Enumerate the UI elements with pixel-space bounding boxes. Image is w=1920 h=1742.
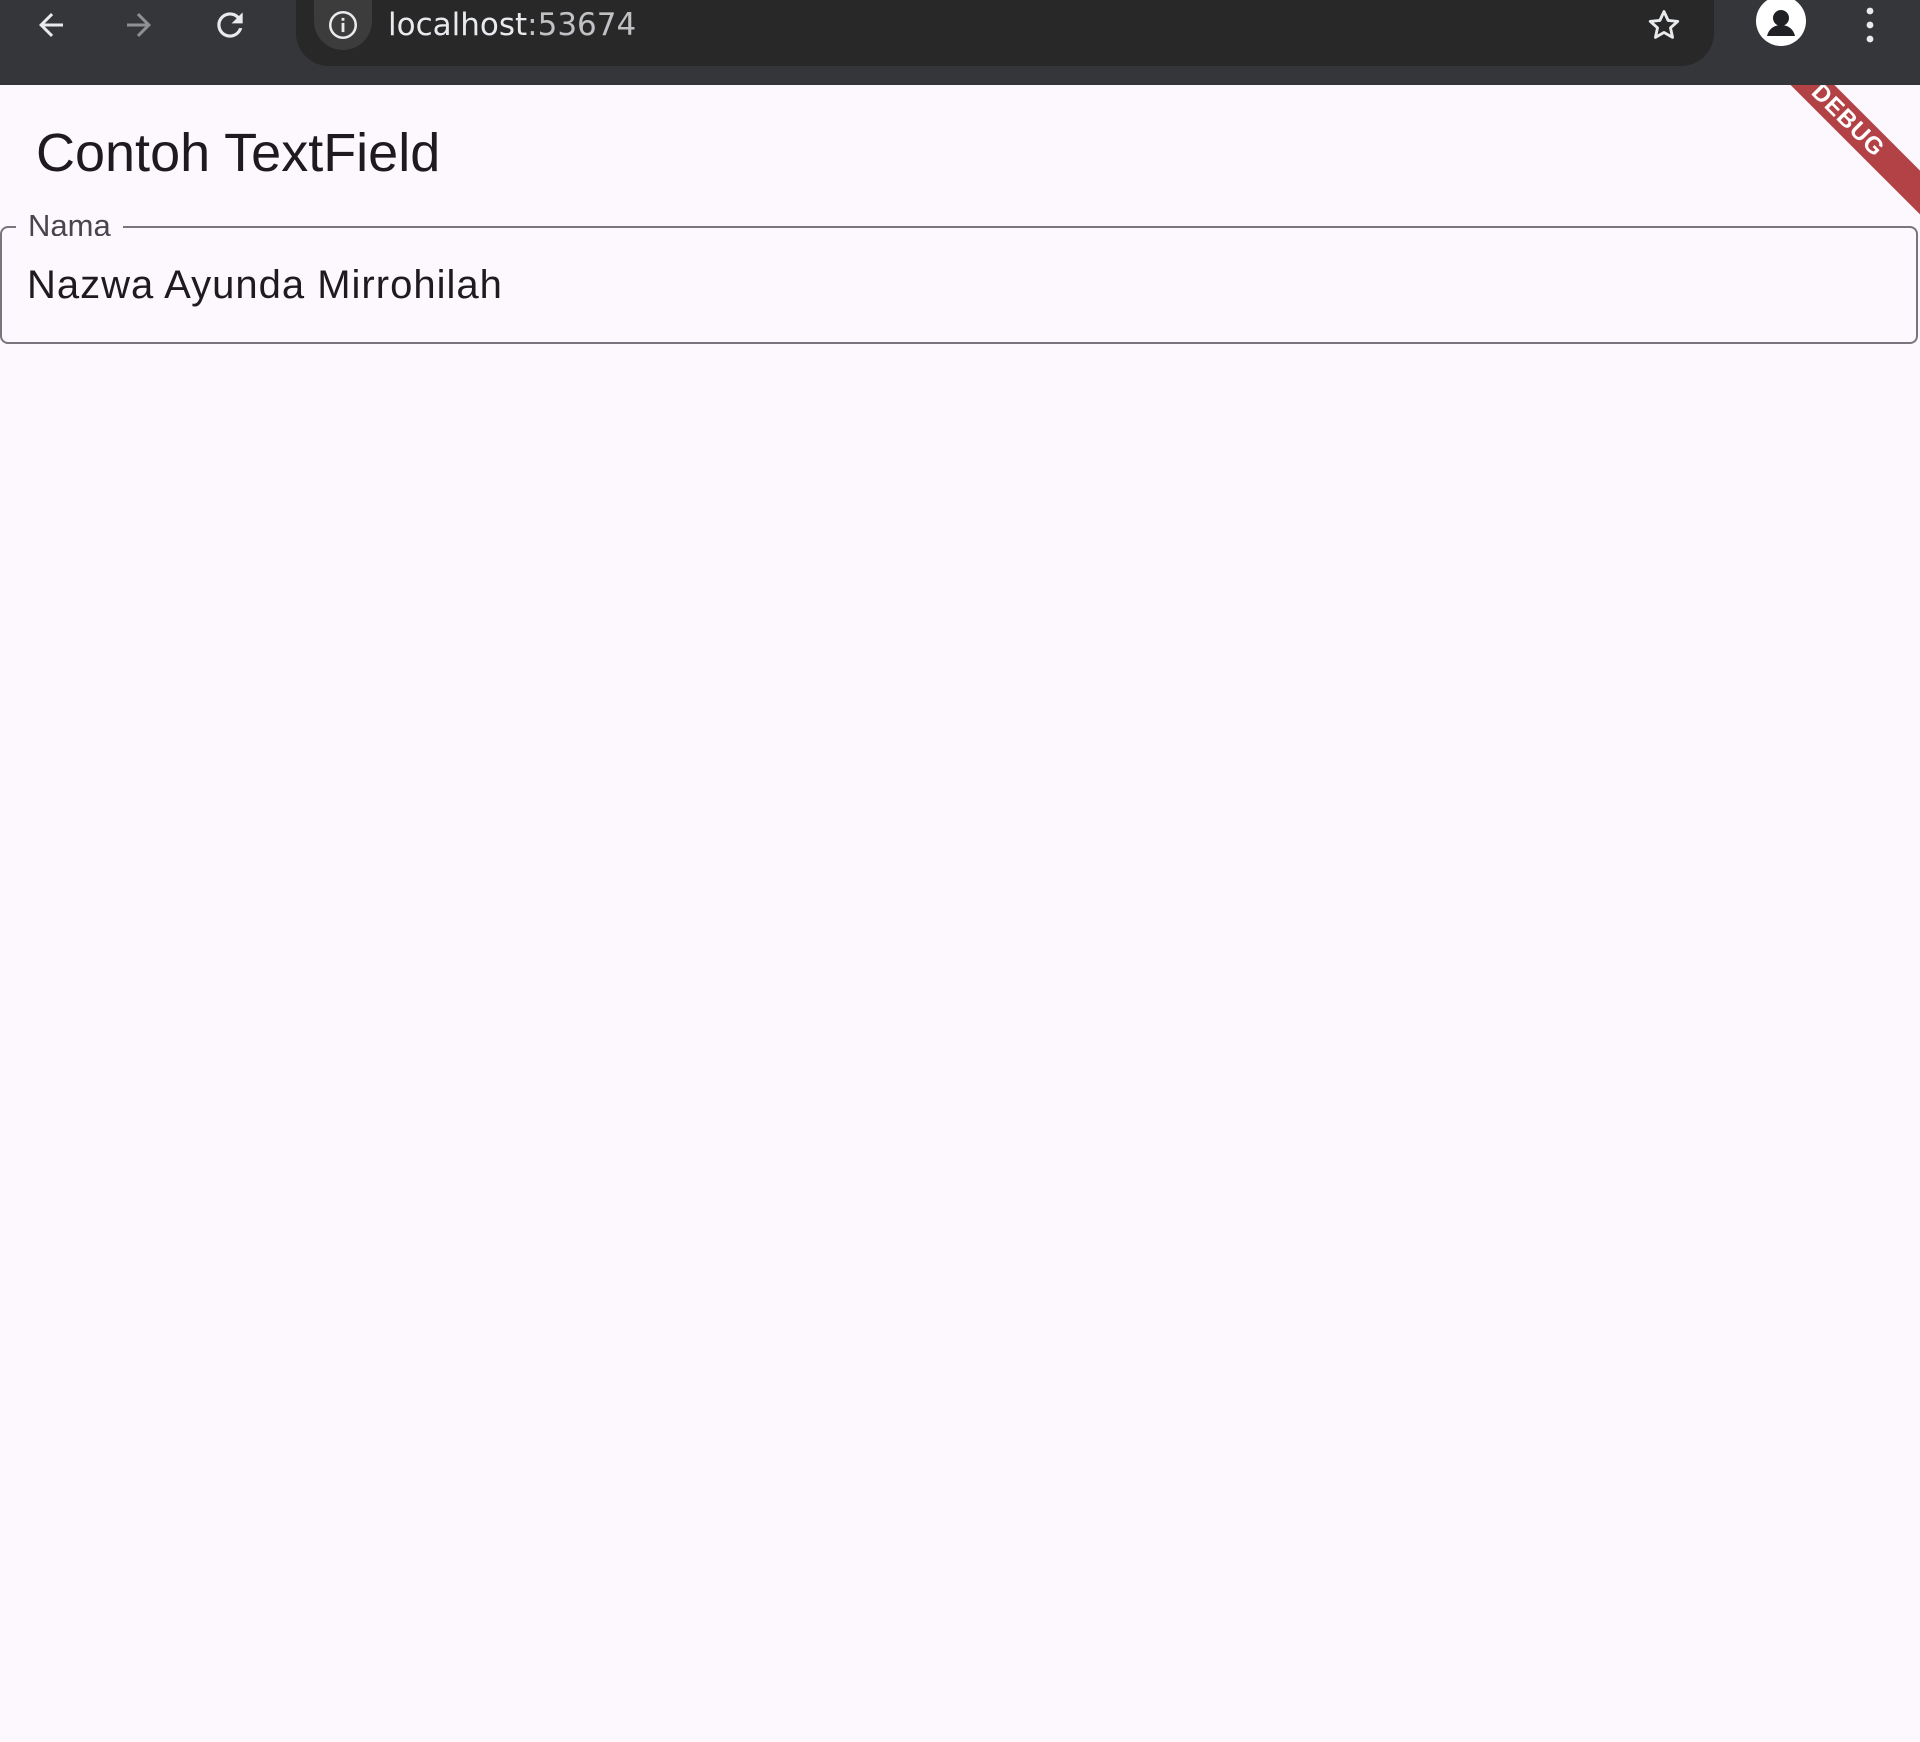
nama-field-value[interactable]: Nazwa Ayunda Mirrohilah [27, 258, 503, 312]
bookmark-button[interactable] [1634, 0, 1694, 50]
reload-icon [217, 12, 243, 38]
kebab-menu-icon [1866, 7, 1874, 43]
forward-button[interactable] [102, 0, 176, 50]
debug-banner: DEBUG [1745, 85, 1920, 224]
arrow-left-icon [39, 13, 63, 37]
info-icon [328, 10, 358, 40]
site-info-button[interactable] [314, 0, 372, 50]
address-bar[interactable]: localhost:53674 [296, 0, 1714, 66]
reload-button[interactable] [193, 0, 267, 50]
avatar [1756, 0, 1806, 46]
url-text[interactable]: localhost:53674 [388, 3, 636, 47]
nama-text-field[interactable]: Nama Nazwa Ayunda Mirrohilah [0, 206, 1918, 344]
page-title: Contoh TextField [36, 123, 441, 183]
back-button[interactable] [14, 0, 88, 50]
url-port: :53674 [527, 7, 637, 43]
app-canvas: Contoh TextField DEBUG Nama Nazwa Ayunda… [0, 85, 1920, 1742]
url-host: localhost [388, 7, 528, 43]
person-icon [1767, 10, 1795, 36]
browser-toolbar: localhost:53674 [0, 0, 1920, 85]
browser-menu-button[interactable] [1842, 0, 1898, 50]
arrow-right-icon [127, 13, 151, 37]
profile-button[interactable] [1754, 0, 1808, 50]
star-icon [1648, 10, 1680, 39]
nama-field-label: Nama [16, 206, 123, 236]
